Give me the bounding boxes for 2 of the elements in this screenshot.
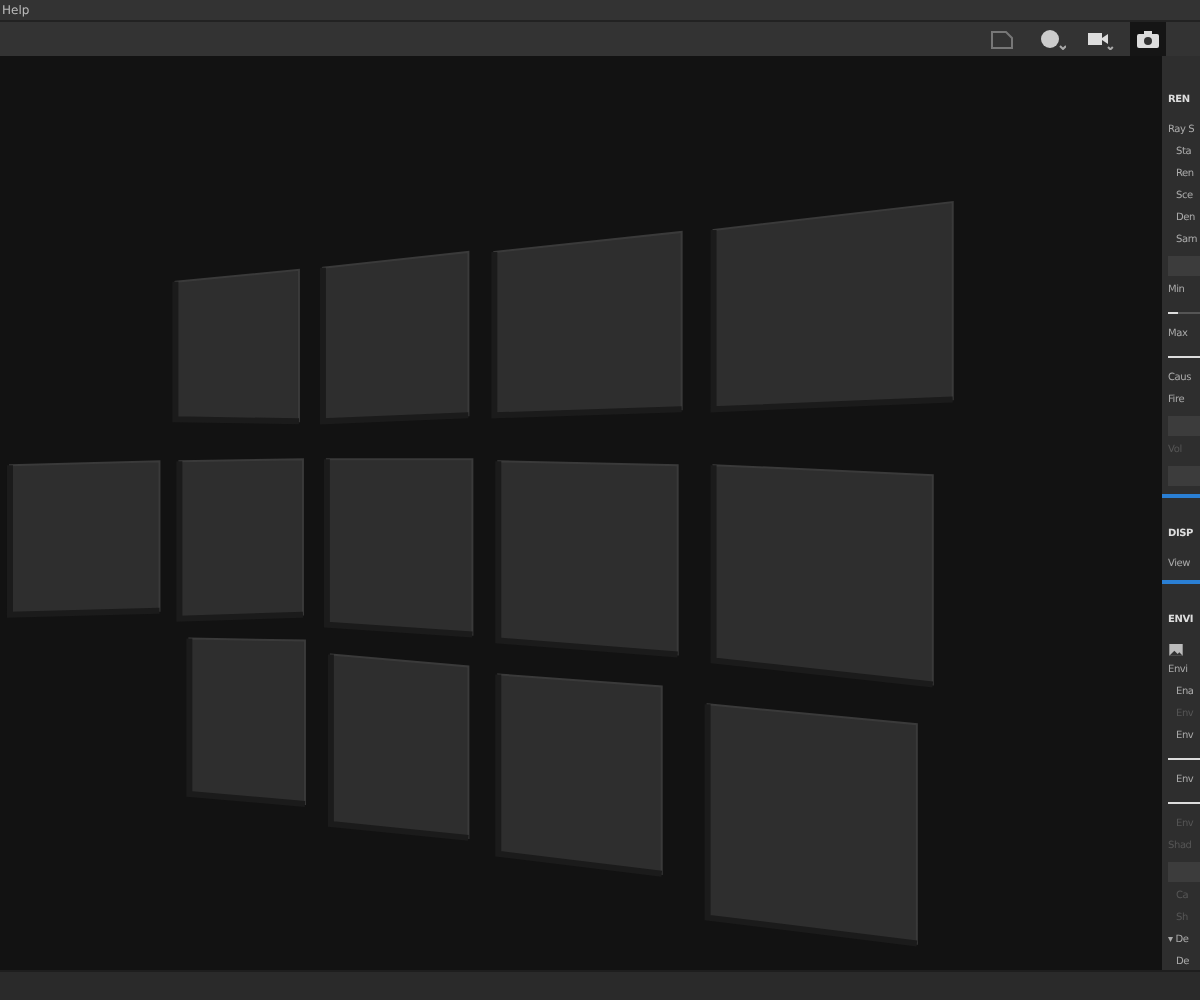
camera-icon[interactable] (1130, 22, 1166, 56)
image-icon[interactable] (1168, 644, 1184, 656)
